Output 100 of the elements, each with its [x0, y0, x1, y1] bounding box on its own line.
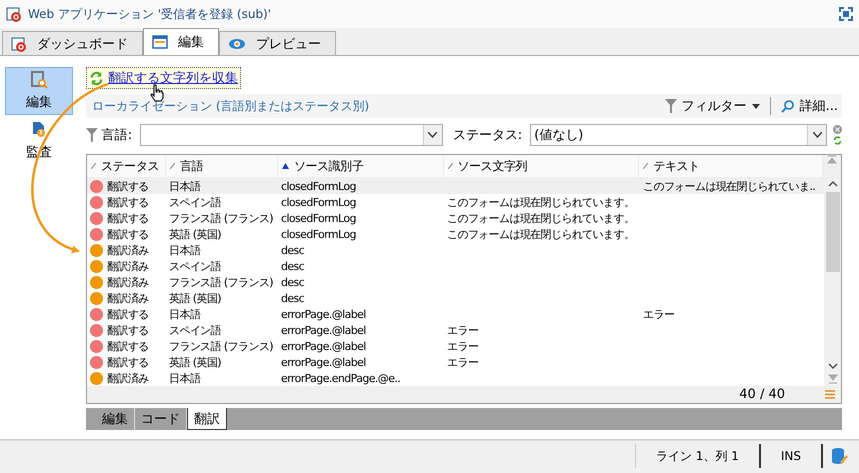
table-cell: フランス語 (フランス) — [169, 338, 273, 354]
table-cell: errorPage.@label — [281, 340, 366, 352]
tab[interactable]: プレビュー — [219, 31, 336, 55]
sort-indicator-icon — [448, 163, 453, 169]
table-cell: 英語 (英国) — [169, 354, 221, 370]
scrollbar-thumb[interactable] — [826, 192, 840, 272]
table-cell: 翻訳する — [107, 306, 149, 322]
table-row[interactable]: 翻訳する スペイン語 closedFormLog このフォームは現在閉じられています。 — [87, 194, 824, 210]
tab[interactable]: ダッシュボード — [2, 31, 143, 55]
table-cell: 日本語 — [169, 242, 200, 258]
cursor-position: ライン 1、列 1 — [634, 444, 759, 468]
filter-button[interactable]: フィルター — [660, 97, 764, 115]
table-cell: スペイン語 — [169, 258, 222, 274]
status-label: ステータス: — [452, 127, 522, 144]
table-row[interactable]: 翻訳済み 英語 (英国) desc — [87, 290, 824, 306]
table-cell: 翻訳済み — [107, 370, 149, 386]
table-row[interactable]: 翻訳済み フランス語 (フランス) desc — [87, 274, 824, 290]
column-header[interactable]: ソース文字列 — [444, 155, 640, 177]
table-row[interactable]: 翻訳する 英語 (英国) closedFormLog このフォームは現在閉じられています。 — [87, 226, 824, 242]
sort-indicator-icon — [643, 163, 648, 169]
table-row[interactable]: 翻訳する 日本語 errorPage.@label エラー — [87, 306, 824, 322]
database-icon[interactable] — [831, 447, 849, 465]
table-cell: このフォームは現在閉じられています。 — [447, 226, 634, 242]
table-cell: 英語 (英国) — [169, 290, 221, 306]
table-cell: desc — [281, 276, 304, 288]
eye-icon — [228, 38, 246, 50]
language-label: 言語: — [102, 127, 132, 144]
tab[interactable]: 編集 — [143, 28, 219, 55]
filter-icon — [664, 99, 677, 113]
table-cell: 日本語 — [169, 178, 200, 194]
table-cell: このフォームは現在閉じられていま.. — [643, 178, 816, 194]
table-cell: errorPage.@label — [281, 308, 366, 320]
table-cell: errorPage.@label — [281, 324, 366, 336]
refresh-icon[interactable] — [833, 136, 842, 145]
table-cell: 日本語 — [169, 306, 200, 322]
table-cell: このフォームは現在閉じられています。 — [447, 210, 634, 226]
table-cell: 翻訳済み — [107, 290, 149, 306]
table-cell: errorPage.endPage.@e.. — [281, 372, 400, 384]
table-row[interactable]: 翻訳済み 日本語 desc — [87, 242, 824, 258]
document-alert-icon — [31, 121, 47, 139]
table-cell: エラー — [447, 322, 478, 338]
app-icon — [6, 6, 22, 22]
table-cell: desc — [281, 260, 304, 272]
refresh-icon — [89, 70, 104, 86]
maximize-icon[interactable] — [839, 7, 853, 21]
status-dropdown[interactable]: (値なし) — [530, 124, 828, 146]
tab[interactable]: 翻訳 — [187, 408, 227, 430]
table-cell: 翻訳する — [107, 354, 149, 370]
table-cell: 翻訳済み — [107, 274, 149, 290]
sidebar-item[interactable]: 編集 — [5, 67, 73, 115]
table-row[interactable]: 翻訳する スペイン語 errorPage.@label エラー — [87, 322, 824, 338]
caret-icon — [428, 132, 438, 138]
table-cell: 翻訳する — [107, 226, 149, 242]
table-row[interactable]: 翻訳済み スペイン語 desc — [87, 258, 824, 274]
table-cell: 英語 (英国) — [169, 226, 221, 242]
column-header[interactable]: ソース識別子 — [278, 155, 444, 177]
search-icon — [780, 99, 795, 113]
table-cell: desc — [281, 244, 304, 256]
column-header[interactable]: ステータス — [87, 155, 166, 177]
details-button[interactable]: 詳細... — [776, 97, 842, 115]
table-cell: 翻訳する — [107, 178, 149, 194]
column-header[interactable]: 言語 — [166, 155, 278, 177]
table-row[interactable]: 翻訳する 日本語 closedFormLog このフォームは現在閉じられていま.. — [87, 178, 824, 194]
filter-icon — [86, 128, 98, 142]
table-cell: closedFormLog — [281, 228, 356, 240]
tab[interactable]: 編集 — [96, 408, 135, 430]
sort-indicator-icon — [170, 163, 175, 169]
menu-icon[interactable] — [825, 390, 835, 399]
sort-ascending-icon — [282, 163, 289, 169]
insert-mode: INS — [758, 444, 821, 468]
clear-icon[interactable] — [833, 125, 842, 134]
table-cell: 翻訳する — [107, 194, 149, 210]
table-row[interactable]: 翻訳する フランス語 (フランス) closedFormLog このフォームは現在閉じられています。 — [87, 210, 824, 226]
table-cell: エラー — [643, 306, 674, 322]
table-cell: フランス語 (フランス) — [169, 210, 273, 226]
table-cell: closedFormLog — [281, 180, 356, 192]
table-cell: スペイン語 — [169, 322, 222, 338]
table-cell: 翻訳する — [107, 210, 149, 226]
section-title: ローカライゼーション (言語別またはステータス別) — [92, 98, 370, 114]
table-cell: closedFormLog — [281, 212, 356, 224]
table-row[interactable]: 翻訳する フランス語 (フランス) errorPage.@label エラー — [87, 338, 824, 354]
sort-indicator-icon — [91, 163, 96, 169]
table-cell: このフォームは現在閉じられています。 — [447, 194, 634, 210]
table-cell: 日本語 — [169, 370, 200, 386]
table-cell: 翻訳済み — [107, 258, 149, 274]
scroll-top-icon[interactable] — [827, 155, 838, 165]
window-icon — [152, 35, 168, 49]
table-cell: closedFormLog — [281, 196, 356, 208]
table-cell: errorPage.@label — [281, 356, 366, 368]
table-cell: エラー — [447, 354, 478, 370]
table-cell: 翻訳する — [107, 322, 149, 338]
language-dropdown[interactable] — [140, 124, 443, 146]
table-cell: エラー — [447, 338, 478, 354]
window-title: Web アプリケーション '受信者を登録 (sub)' — [28, 6, 272, 22]
search-page-icon — [30, 71, 48, 89]
table-cell: フランス語 (フランス) — [169, 274, 273, 290]
table-row[interactable]: 翻訳する 英語 (英国) errorPage.@label エラー — [87, 354, 824, 370]
table-row[interactable]: 翻訳済み 日本語 errorPage.endPage.@e.. — [87, 370, 824, 386]
caret-icon — [812, 132, 822, 138]
record-count: 40 / 40 — [739, 387, 785, 402]
